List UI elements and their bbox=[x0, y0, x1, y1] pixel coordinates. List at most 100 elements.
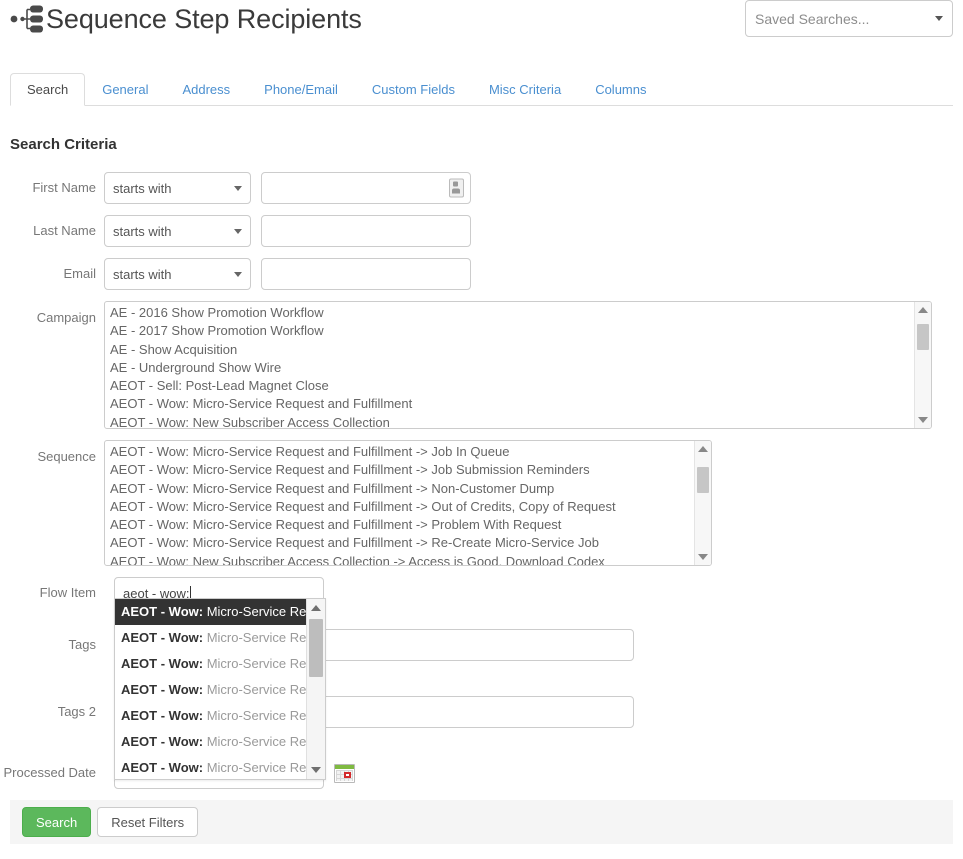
row-campaign: Campaign AE - 2016 Show Promotion Workfl… bbox=[0, 301, 963, 429]
list-item[interactable]: AEOT - Wow: Micro-Service Request and Fu… bbox=[105, 498, 694, 516]
sequence-scrollbar[interactable] bbox=[694, 441, 711, 565]
calendar-header-bar bbox=[335, 765, 354, 769]
chevron-down-icon bbox=[234, 185, 242, 191]
row-first-name: First Name starts with bbox=[0, 172, 963, 204]
autocomplete-option-match: AEOT - Wow: bbox=[121, 656, 204, 671]
flow-item-autocomplete-dropdown[interactable]: AEOT - Wow: Micro-Service Rе AEOT - Wow:… bbox=[114, 598, 326, 780]
sequence-options: AEOT - Wow: Micro-Service Request and Fu… bbox=[105, 441, 694, 565]
autocomplete-options: AEOT - Wow: Micro-Service Rе AEOT - Wow:… bbox=[115, 599, 306, 779]
scroll-up-icon[interactable] bbox=[918, 307, 928, 313]
autocomplete-option-rest: Micro-Service Rе bbox=[203, 656, 306, 671]
tags2-label: Tags 2 bbox=[57, 704, 96, 719]
autocomplete-option-match: AEOT - Wow: bbox=[121, 760, 204, 775]
autocomplete-option-rest: Micro-Service Rе bbox=[203, 604, 306, 619]
tab-bar: Search General Address Phone/Email Custo… bbox=[10, 73, 953, 106]
autocomplete-option[interactable]: AEOT - Wow: Micro-Service Rе bbox=[115, 625, 306, 651]
tab-address[interactable]: Address bbox=[165, 73, 247, 106]
autocomplete-option-match: AEOT - Wow: bbox=[121, 630, 204, 645]
list-item[interactable]: AEOT - Wow: Micro-Service Request and Fu… bbox=[105, 395, 914, 413]
page-header: Sequence Step Recipients Saved Searches.… bbox=[0, 0, 963, 58]
first-name-operator-value: starts with bbox=[113, 180, 172, 196]
tab-misc-criteria[interactable]: Misc Criteria bbox=[472, 73, 578, 106]
last-name-operator-select[interactable]: starts with bbox=[104, 215, 251, 247]
scroll-down-icon[interactable] bbox=[918, 417, 928, 423]
autocomplete-scrollbar[interactable] bbox=[306, 599, 325, 779]
tab-columns[interactable]: Columns bbox=[578, 73, 663, 106]
list-item[interactable]: AE - 2017 Show Promotion Workflow bbox=[105, 322, 914, 340]
autocomplete-option-match: AEOT - Wow: bbox=[121, 734, 204, 749]
autocomplete-option-match: AEOT - Wow: bbox=[121, 708, 204, 723]
contact-picker-icon[interactable] bbox=[449, 178, 464, 198]
autocomplete-option[interactable]: AEOT - Wow: Micro-Service Rе bbox=[115, 599, 306, 625]
autocomplete-option[interactable]: AEOT - Wow: Micro-Service Rе bbox=[115, 729, 306, 755]
autocomplete-option-rest: Micro-Service Rе bbox=[203, 682, 306, 697]
campaign-listbox[interactable]: AE - 2016 Show Promotion Workflow AE - 2… bbox=[104, 301, 932, 429]
list-item[interactable]: AE - Underground Show Wire bbox=[105, 359, 914, 377]
processed-date-label: Processed Date bbox=[3, 765, 97, 780]
scrollbar-thumb[interactable] bbox=[917, 324, 929, 350]
tab-search[interactable]: Search bbox=[10, 73, 86, 106]
saved-searches-label: Saved Searches... bbox=[755, 10, 870, 27]
tags-label: Tags bbox=[68, 637, 96, 652]
email-label: Email bbox=[63, 266, 96, 281]
list-item[interactable]: AEOT - Wow: New Subscriber Access Collec… bbox=[105, 553, 694, 565]
reset-filters-button[interactable]: Reset Filters bbox=[97, 807, 199, 837]
saved-searches-select[interactable]: Saved Searches... bbox=[745, 0, 953, 37]
tab-custom-fields[interactable]: Custom Fields bbox=[355, 73, 472, 106]
list-item[interactable]: AEOT - Wow: Micro-Service Request and Fu… bbox=[105, 480, 694, 498]
form-actions-bar: Search Reset Filters bbox=[10, 800, 953, 844]
autocomplete-option-match: AEOT - Wow: bbox=[121, 682, 204, 697]
autocomplete-option-match: AEOT - Wow: bbox=[121, 604, 204, 619]
email-input[interactable] bbox=[261, 258, 471, 290]
scroll-up-icon[interactable] bbox=[698, 446, 708, 452]
flow-item-label: Flow Item bbox=[39, 585, 96, 600]
row-sequence: Sequence AEOT - Wow: Micro-Service Reque… bbox=[0, 440, 963, 566]
search-button[interactable]: Search bbox=[22, 807, 92, 837]
list-item[interactable]: AEOT - Wow: New Subscriber Access Collec… bbox=[105, 414, 914, 428]
scroll-up-icon[interactable] bbox=[311, 605, 321, 611]
list-item[interactable]: AE - 2016 Show Promotion Workflow bbox=[105, 304, 914, 322]
scroll-down-icon[interactable] bbox=[311, 767, 321, 773]
scroll-down-icon[interactable] bbox=[698, 554, 708, 560]
last-name-input[interactable] bbox=[261, 215, 471, 247]
tab-phone-email[interactable]: Phone/Email bbox=[247, 73, 355, 106]
chevron-down-icon bbox=[234, 271, 242, 277]
sequence-listbox[interactable]: AEOT - Wow: Micro-Service Request and Fu… bbox=[104, 440, 712, 566]
list-item[interactable]: AE - Show Acquisition bbox=[105, 341, 914, 359]
first-name-input[interactable] bbox=[261, 172, 471, 204]
autocomplete-option[interactable]: AEOT - Wow: Micro-Service Rе bbox=[115, 755, 306, 779]
row-last-name: Last Name starts with bbox=[0, 215, 963, 247]
autocomplete-option[interactable]: AEOT - Wow: Micro-Service Rе bbox=[115, 651, 306, 677]
workflow-hierarchy-icon bbox=[10, 5, 43, 33]
last-name-label: Last Name bbox=[33, 223, 96, 238]
autocomplete-option[interactable]: AEOT - Wow: Micro-Service Rе bbox=[115, 703, 306, 729]
calendar-icon[interactable] bbox=[334, 764, 355, 783]
scrollbar-thumb[interactable] bbox=[697, 467, 709, 493]
chevron-down-icon bbox=[234, 228, 242, 234]
autocomplete-option-rest: Micro-Service Rе bbox=[203, 630, 306, 645]
list-item[interactable]: AEOT - Wow: Micro-Service Request and Fu… bbox=[105, 534, 694, 552]
email-operator-select[interactable]: starts with bbox=[104, 258, 251, 290]
autocomplete-option-rest: Micro-Service Rе bbox=[203, 708, 306, 723]
autocomplete-option-rest: Micro-Service Rе bbox=[203, 760, 306, 775]
autocomplete-option[interactable]: AEOT - Wow: Micro-Service Rе bbox=[115, 677, 306, 703]
campaign-scrollbar[interactable] bbox=[914, 302, 931, 428]
autocomplete-option-rest: Micro-Service Rе bbox=[203, 734, 306, 749]
scrollbar-thumb[interactable] bbox=[309, 619, 323, 677]
section-title: Search Criteria bbox=[10, 136, 117, 153]
list-item[interactable]: AEOT - Wow: Micro-Service Request and Fu… bbox=[105, 461, 694, 479]
list-item[interactable]: AEOT - Wow: Micro-Service Request and Fu… bbox=[105, 516, 694, 534]
row-email: Email starts with bbox=[0, 258, 963, 290]
calendar-selected-day bbox=[344, 772, 351, 778]
last-name-operator-value: starts with bbox=[113, 223, 172, 239]
first-name-operator-select[interactable]: starts with bbox=[104, 172, 251, 204]
first-name-label: First Name bbox=[32, 180, 96, 195]
chevron-down-icon bbox=[935, 16, 943, 21]
campaign-label: Campaign bbox=[36, 310, 96, 325]
page-root: Sequence Step Recipients Saved Searches.… bbox=[0, 0, 963, 859]
title-wrap: Sequence Step Recipients bbox=[10, 4, 362, 34]
list-item[interactable]: AEOT - Wow: Micro-Service Request and Fu… bbox=[105, 443, 694, 461]
list-item[interactable]: AEOT - Sell: Post-Lead Magnet Close bbox=[105, 377, 914, 395]
tab-general[interactable]: General bbox=[85, 73, 165, 106]
sequence-label: Sequence bbox=[37, 449, 96, 464]
